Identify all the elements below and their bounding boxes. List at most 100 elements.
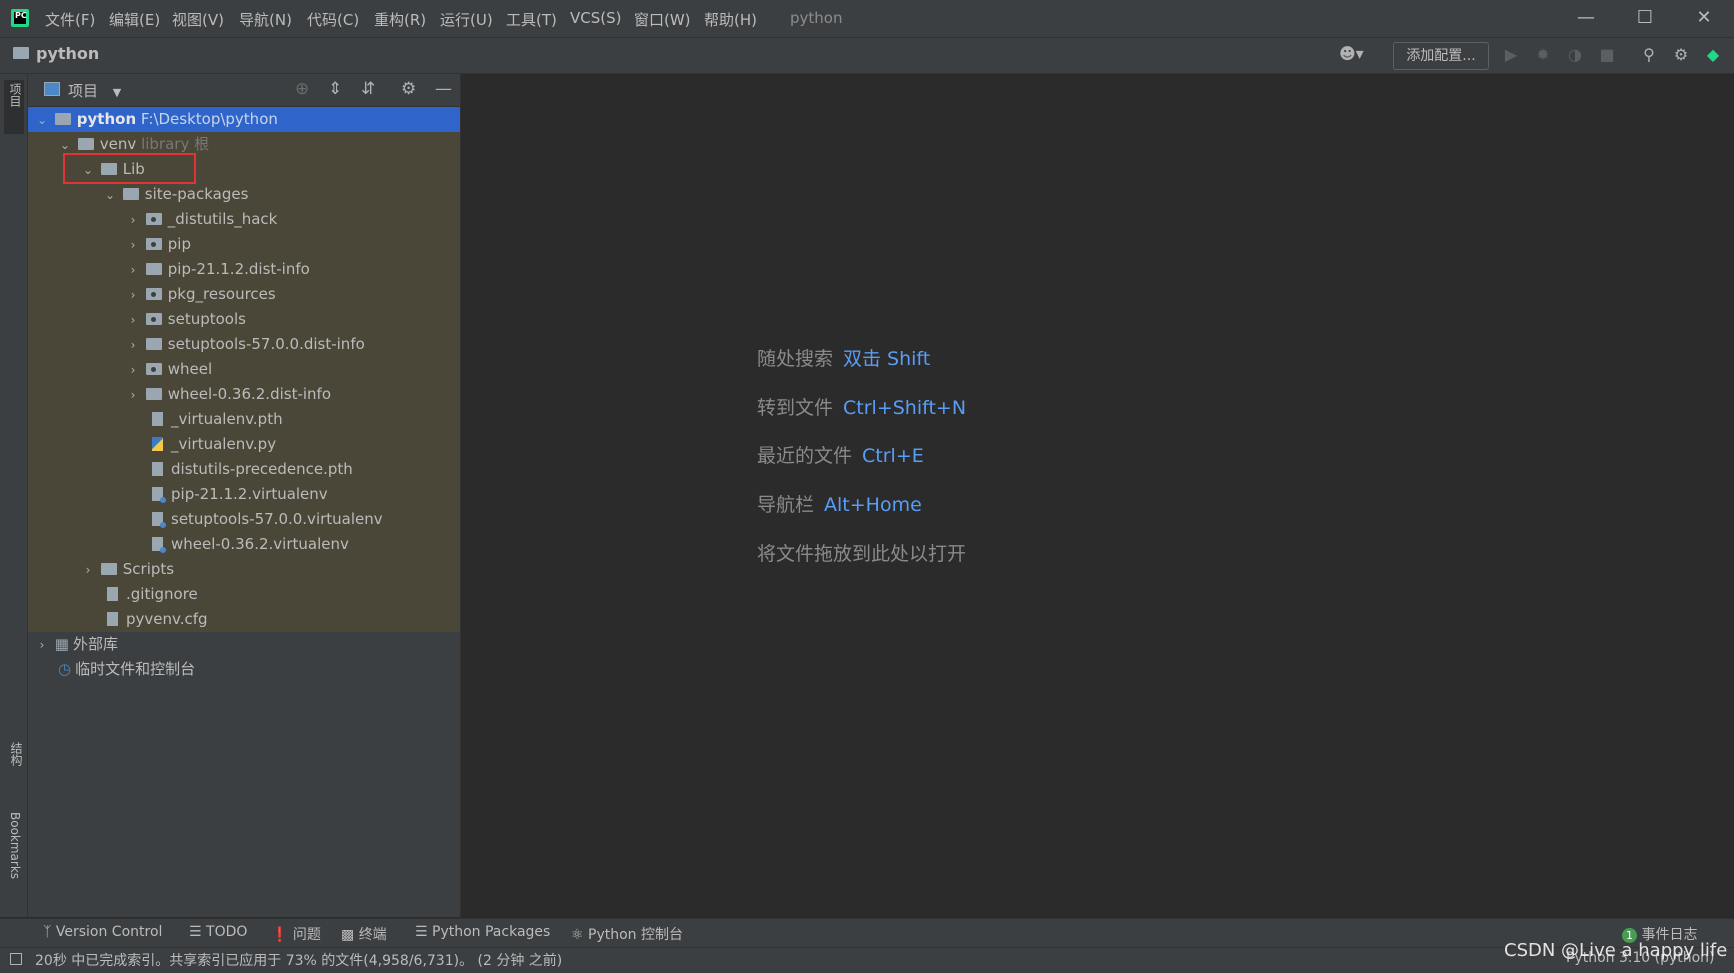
hint-goto-file: 转到文件 Ctrl+Shift+N [757, 393, 966, 420]
hint-search-everywhere: 随处搜索 双击 Shift [757, 344, 930, 371]
tree-item-scripts[interactable]: › Scripts [80, 557, 175, 583]
gitignore-file-icon [107, 586, 118, 601]
terminal-icon: ▩ [341, 927, 355, 943]
tree-item-virtualenv-py[interactable]: _virtualenv.py [149, 432, 276, 457]
terminal-tab[interactable]: ▩ 终端 [341, 924, 387, 944]
tree-item-wheel-dist-info[interactable]: › wheel-0.36.2.dist-info [125, 382, 331, 407]
add-configuration-button[interactable]: 添加配置... [1393, 42, 1489, 70]
menu-view[interactable]: 视图(V) [172, 9, 224, 30]
toggle-toolbars-icon[interactable] [10, 953, 22, 965]
tree-item-virtualenv-pth[interactable]: _virtualenv.pth [149, 407, 283, 432]
jetbrains-toolbox-icon[interactable]: ◆ [1702, 44, 1724, 66]
list-icon: ☰ [189, 924, 202, 940]
editor-area[interactable] [461, 74, 1734, 917]
tree-item-pkg-resources[interactable]: › pkg_resources [125, 282, 276, 307]
branch-icon: ᛉ [43, 924, 52, 940]
menu-window[interactable]: 窗口(W) [634, 9, 691, 30]
tree-item-annotation: library 根 [141, 135, 210, 153]
layers-icon: ☰ [415, 924, 428, 940]
tree-item-external-libraries[interactable]: › ▦ 外部库 [34, 632, 118, 657]
tab-label: 终端 [358, 927, 387, 943]
locate-icon[interactable]: ⊕ [295, 79, 309, 99]
todo-tab[interactable]: ☰ TODO [189, 924, 247, 940]
chevron-right-icon[interactable]: › [80, 558, 96, 583]
menu-vcs[interactable]: VCS(S) [570, 9, 621, 27]
minimize-icon[interactable]: — [1566, 6, 1606, 30]
project-tab-label: 项目 [8, 83, 22, 107]
settings-gear-icon[interactable]: ⚙ [401, 79, 416, 99]
breadcrumb-project[interactable]: python [36, 44, 99, 63]
tree-item-pip-dist-info[interactable]: › pip-21.1.2.dist-info [125, 257, 310, 282]
collapse-all-icon[interactable]: ⇵ [361, 79, 375, 99]
stop-icon[interactable]: ■ [1596, 44, 1618, 66]
project-view-selector[interactable]: 项目 ▼ [68, 80, 121, 101]
run-icon[interactable]: ▶ [1500, 44, 1522, 66]
tree-item-pyvenv-cfg[interactable]: pyvenv.cfg [104, 607, 208, 632]
tree-item-setuptools-virtualenv[interactable]: setuptools-57.0.0.virtualenv [149, 507, 383, 532]
tree-item-path: F:\Desktop\python [140, 110, 278, 128]
unknown-file-icon [152, 511, 166, 528]
menu-navigate[interactable]: 导航(N) [239, 9, 292, 30]
chevron-right-icon[interactable]: › [125, 233, 141, 258]
expand-all-icon[interactable]: ⇕ [328, 79, 342, 99]
maximize-icon[interactable]: ☐ [1625, 6, 1665, 30]
tree-item-wheel-virtualenv[interactable]: wheel-0.36.2.virtualenv [149, 532, 349, 557]
tree-item-label: site-packages [144, 185, 249, 203]
menu-run[interactable]: 运行(U) [440, 9, 493, 30]
hide-panel-icon[interactable]: — [435, 79, 452, 99]
gear-icon[interactable]: ⚙ [1670, 44, 1692, 66]
coverage-icon[interactable]: ◑ [1564, 44, 1586, 66]
version-control-tab[interactable]: ᛉ Version Control [43, 924, 162, 940]
chevron-right-icon[interactable]: › [125, 308, 141, 333]
chevron-right-icon[interactable]: › [125, 283, 141, 308]
menu-file[interactable]: 文件(F) [45, 9, 95, 30]
search-icon[interactable]: ⚲ [1638, 44, 1660, 66]
tree-item-distutils-hack[interactable]: › _distutils_hack [125, 207, 278, 233]
chevron-right-icon[interactable]: › [125, 333, 141, 358]
chevron-down-icon[interactable]: ⌄ [102, 183, 118, 208]
info-icon: ❗ [271, 927, 289, 943]
bookmarks-tab[interactable]: Bookmarks [8, 812, 22, 879]
python-console-tab[interactable]: ⚛ Python 控制台 [571, 924, 683, 944]
tree-item-wheel[interactable]: › wheel [125, 357, 213, 383]
python-file-icon [152, 436, 163, 451]
tree-item-setuptools-dist-info[interactable]: › setuptools-57.0.0.dist-info [125, 332, 365, 357]
chevron-right-icon[interactable]: › [125, 258, 141, 283]
project-tab[interactable]: 项目 [4, 80, 24, 134]
tree-item-site-packages[interactable]: ⌄ site-packages [102, 182, 248, 207]
debug-icon[interactable]: ✹ [1532, 44, 1554, 66]
menu-help[interactable]: 帮助(H) [704, 9, 757, 30]
tree-item-label: setuptools [167, 310, 246, 328]
menu-tools[interactable]: 工具(T) [506, 9, 557, 30]
python-packages-tab[interactable]: ☰ Python Packages [415, 924, 550, 940]
tree-item-label: _virtualenv.pth [171, 410, 283, 428]
folder-icon [145, 262, 162, 275]
menu-edit[interactable]: 编辑(E) [109, 9, 160, 30]
chevron-right-icon[interactable]: › [34, 633, 50, 658]
tree-item-label: wheel-0.36.2.virtualenv [171, 535, 349, 553]
tree-item-setuptools[interactable]: › setuptools [125, 307, 246, 332]
status-message: 20秒 中已完成索引。共享索引已应用于 73% 的文件(4,958/6,731)… [35, 953, 563, 969]
package-icon [145, 287, 162, 300]
tree-item-pip[interactable]: › pip [125, 232, 191, 257]
package-icon [145, 212, 162, 225]
close-icon[interactable]: ✕ [1684, 6, 1724, 30]
tree-item-gitignore[interactable]: .gitignore [104, 582, 198, 607]
tree-item-distutils-precedence[interactable]: distutils-precedence.pth [149, 457, 353, 482]
chevron-right-icon[interactable]: › [125, 208, 141, 233]
menu-code[interactable]: 代码(C) [307, 9, 359, 30]
package-icon [145, 237, 162, 250]
menu-refactor[interactable]: 重构(R) [374, 9, 426, 30]
tool-window-bar [0, 918, 1734, 948]
tree-item-scratches[interactable]: ◷ 临时文件和控制台 [58, 657, 195, 682]
user-icon[interactable]: ☻▾ [1339, 44, 1369, 66]
tree-item-pip-virtualenv[interactable]: pip-21.1.2.virtualenv [149, 482, 328, 507]
problems-tab[interactable]: ❗ 问题 [271, 924, 321, 944]
chevron-right-icon[interactable]: › [125, 383, 141, 408]
structure-tab[interactable]: 结构 [8, 742, 25, 766]
chevron-right-icon[interactable]: › [125, 358, 141, 383]
chevron-down-icon[interactable]: ⌄ [34, 108, 50, 133]
tree-item-label: pyvenv.cfg [126, 610, 208, 628]
tree-item-label: python [76, 110, 137, 128]
tree-item-python[interactable]: ⌄ python F:\Desktop\python [34, 107, 278, 132]
